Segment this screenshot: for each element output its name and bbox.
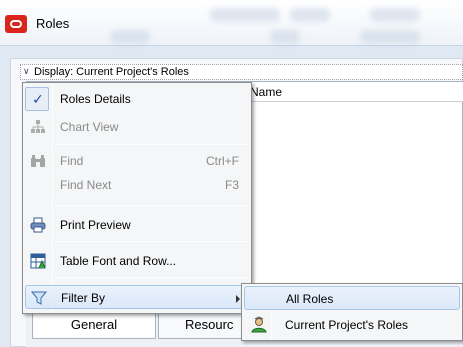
menu-item-label: Roles Details (60, 92, 131, 106)
view-context-menu: ✓ Roles Details Chart View Find Ctrl+F F… (22, 82, 252, 314)
roles-window: Roles ∨ Display: Current Project's Roles… (0, 0, 463, 347)
menu-item-chart-view[interactable]: Chart View (25, 115, 249, 139)
menu-item-filter-by[interactable]: Filter By (25, 285, 249, 309)
menu-item-label: Filter By (61, 291, 106, 305)
title-bar[interactable]: Roles (0, 0, 463, 46)
name-column-header[interactable]: Name (240, 82, 463, 102)
submenu-item-current-projects-roles[interactable]: Current Project's Roles (244, 313, 460, 337)
org-chart-icon (29, 118, 47, 136)
menu-separator (55, 277, 247, 278)
funnel-icon (30, 289, 48, 307)
menu-item-find-next[interactable]: Find Next F3 (25, 173, 249, 197)
menu-item-find[interactable]: Find Ctrl+F (25, 149, 249, 173)
checkmark-icon: ✓ (32, 90, 44, 107)
submenu-arrow-icon (236, 295, 240, 303)
menu-item-label: All Roles (286, 292, 334, 306)
filter-by-submenu: All Roles Current Project's Roles (241, 283, 463, 341)
menu-item-label: Chart View (60, 120, 119, 134)
shortcut-label: Ctrl+F (206, 154, 239, 168)
menu-item-label: Current Project's Roles (285, 318, 408, 332)
menu-separator (55, 241, 247, 242)
tab-resources[interactable]: Resourc (158, 311, 248, 339)
role-person-icon (250, 316, 268, 334)
menu-item-label: Table Font and Row... (60, 254, 177, 268)
window-title: Roles (36, 16, 70, 31)
menu-item-table-font-and-row[interactable]: Table Font and Row... (25, 249, 249, 273)
binoculars-icon (29, 152, 47, 170)
menu-item-roles-details[interactable]: ✓ Roles Details (25, 87, 249, 111)
menu-separator (55, 205, 247, 206)
shortcut-label: F3 (224, 178, 239, 192)
chevron-down-icon[interactable]: ∨ (23, 66, 30, 77)
menu-item-print-preview[interactable]: Print Preview (25, 213, 249, 237)
submenu-item-all-roles[interactable]: All Roles (244, 286, 460, 310)
menu-item-label: Find Next (60, 178, 112, 192)
table-font-icon (29, 252, 47, 270)
menu-item-label: Print Preview (60, 218, 131, 232)
printer-icon (29, 216, 47, 234)
menu-item-label: Find (60, 154, 84, 168)
menu-separator (55, 144, 247, 145)
display-filter-label[interactable]: Display: Current Project's Roles (34, 64, 189, 80)
app-logo-icon (5, 15, 27, 33)
tab-general[interactable]: General (32, 311, 156, 339)
